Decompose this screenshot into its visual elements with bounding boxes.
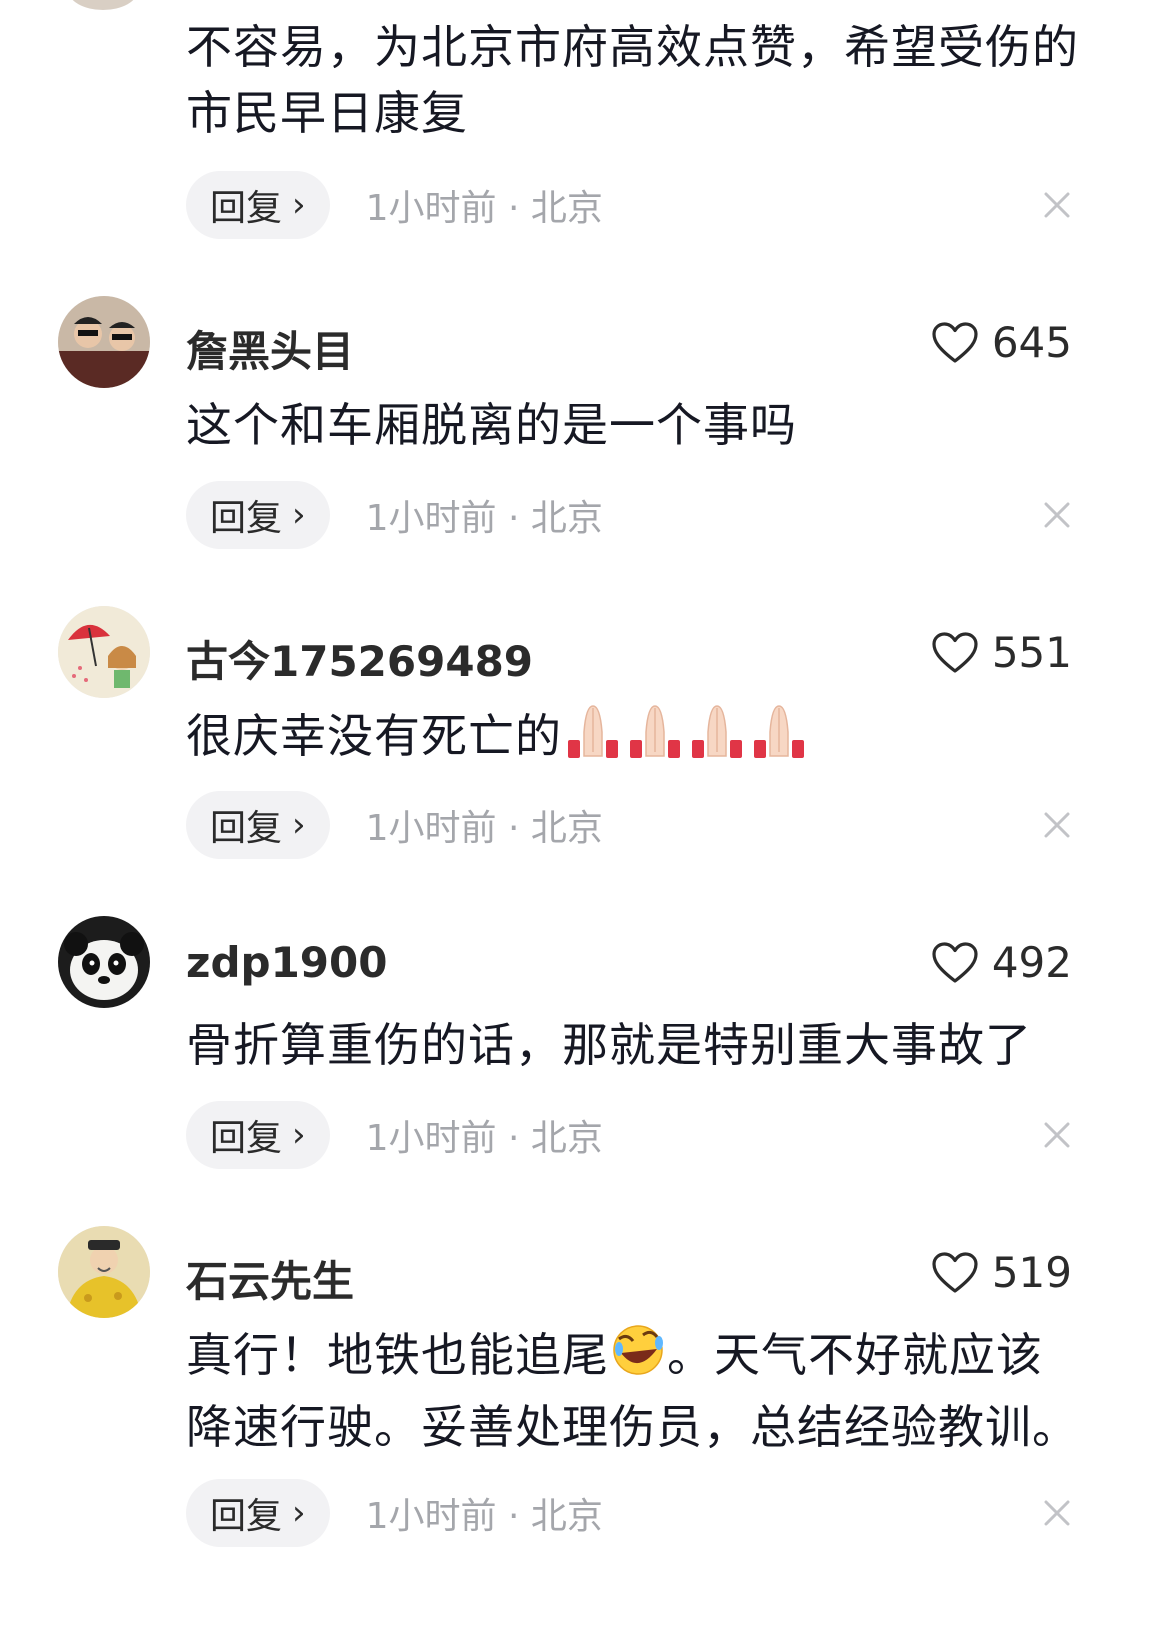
like-count: 519 xyxy=(991,1248,1072,1297)
like-count: 492 xyxy=(991,938,1072,987)
chevron-right-icon: › xyxy=(292,1493,306,1533)
time-location: 1小时前 · 北京 xyxy=(365,1118,603,1159)
reply-label: 回复 xyxy=(210,188,283,229)
like-count: 645 xyxy=(991,318,1072,367)
reply-button[interactable]: 回复 › xyxy=(186,1479,330,1547)
close-icon[interactable] xyxy=(1040,1496,1074,1530)
avatar[interactable] xyxy=(58,296,150,388)
time-location: 1小时前 · 北京 xyxy=(365,188,603,229)
close-icon[interactable] xyxy=(1040,188,1074,222)
time-location: 1小时前 · 北京 xyxy=(365,808,603,849)
chevron-right-icon: › xyxy=(292,1115,306,1155)
avatar[interactable] xyxy=(58,916,150,1008)
close-icon[interactable] xyxy=(1040,808,1074,842)
heart-icon xyxy=(932,631,978,673)
chevron-right-icon: › xyxy=(292,185,306,225)
reply-button[interactable]: 回复 › xyxy=(186,791,330,859)
close-icon[interactable] xyxy=(1040,498,1074,532)
reply-button[interactable]: 回复 › xyxy=(186,1101,330,1169)
comment-meta: 回复 › 1小时前 · 北京 xyxy=(186,1100,603,1170)
folded-hands-icon xyxy=(748,702,810,777)
folded-hands-icon xyxy=(686,702,748,777)
username[interactable]: 石云先生 xyxy=(186,1248,354,1309)
time-location: 1小时前 · 北京 xyxy=(365,498,603,539)
comment-text: 这个和车厢脱离的是一个事吗 xyxy=(186,398,797,452)
reply-button[interactable]: 回复 › xyxy=(186,171,330,239)
chevron-right-icon: › xyxy=(292,805,306,845)
reply-label: 回复 xyxy=(210,1118,283,1159)
reply-label: 回复 xyxy=(210,808,283,849)
avatar-cut-off[interactable] xyxy=(68,0,138,10)
comment-text: 不容易，为北京市府高效点赞，希望受伤的市民早日康复 xyxy=(186,20,1079,140)
avatar[interactable] xyxy=(58,606,150,698)
comment-meta: 回复 › 1小时前 · 北京 xyxy=(186,1478,603,1548)
folded-hands-icon xyxy=(562,702,624,777)
heart-icon xyxy=(932,321,978,363)
chevron-right-icon: › xyxy=(292,495,306,535)
time-location: 1小时前 · 北京 xyxy=(365,1496,603,1537)
comment-text: 很庆幸没有死亡的 xyxy=(186,702,1086,777)
heart-icon xyxy=(932,1251,978,1293)
reply-button[interactable]: 回复 › xyxy=(186,481,330,549)
username[interactable]: 詹黑头目 xyxy=(186,318,354,379)
comment-meta: 回复 › 1小时前 · 北京 xyxy=(186,480,603,550)
comment-text: 骨折算重伤的话，那就是特别重大事故了 xyxy=(186,1018,1032,1072)
like-count: 551 xyxy=(991,628,1072,677)
folded-hands-icon xyxy=(624,702,686,777)
comment-text: 真行！地铁也能追尾 。天气不好就应该降速行驶。妥善处理伤员，总结经验教训。 xyxy=(186,1322,1086,1460)
like-button[interactable]: 492 xyxy=(932,938,1072,987)
like-button[interactable]: 519 xyxy=(932,1248,1072,1297)
avatar[interactable] xyxy=(58,1226,150,1318)
heart-icon xyxy=(932,941,978,983)
like-button[interactable]: 645 xyxy=(932,318,1072,367)
like-button[interactable]: 551 xyxy=(932,628,1072,677)
comment-meta: 回复 › 1小时前 · 北京 xyxy=(186,170,603,240)
comment-text-part: 真行！地铁也能追尾 xyxy=(186,1328,609,1382)
reply-label: 回复 xyxy=(210,498,283,539)
rolling-laughing-icon xyxy=(609,1323,667,1394)
comment-text-body: 很庆幸没有死亡的 xyxy=(186,709,562,763)
username[interactable]: zdp1900 xyxy=(186,938,387,987)
close-icon[interactable] xyxy=(1040,1118,1074,1152)
username[interactable]: 古今175269489 xyxy=(186,628,533,689)
comment-meta: 回复 › 1小时前 · 北京 xyxy=(186,790,603,860)
reply-label: 回复 xyxy=(210,1496,283,1537)
